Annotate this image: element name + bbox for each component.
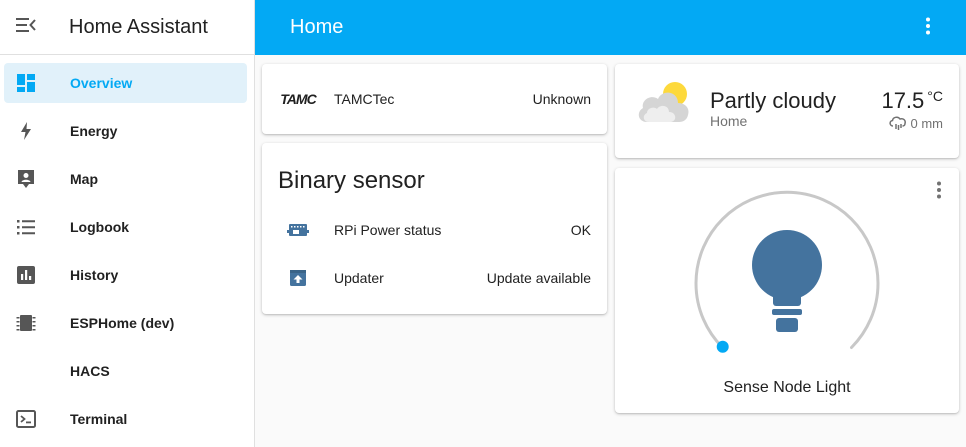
chip-icon [4,313,48,333]
weather-card[interactable]: Partly cloudy Home 17.5 °C 0 mm [615,64,959,158]
brightness-dial[interactable] [615,168,959,413]
dashboard-icon [4,73,48,93]
weather-temperature: 17.5 [881,88,925,113]
package-up-icon [278,268,318,288]
weather-temperature-block: 17.5 °C [881,88,943,114]
sidebar-item-history[interactable]: History [4,255,247,295]
dots-vertical-icon [925,17,931,40]
sidebar-item-label: Map [70,171,98,187]
entity-row[interactable]: TAMC TAMCTec Unknown [278,64,591,134]
binary-sensor-card: Binary sensor RPi Power status OK Update… [262,143,607,314]
light-name: Sense Node Light [723,379,851,396]
sidebar-item-label: Overview [70,75,133,91]
weather-pouring-icon [888,115,908,131]
sidebar-item-label: Energy [70,123,118,139]
sidebar-item-label: HACS [70,363,110,379]
sidebar-title: Home Assistant [69,15,208,38]
sidebar-item-hacs[interactable]: HACS [4,351,247,391]
entity-row-updater[interactable]: Updater Update available [278,254,591,302]
sidebar-list: Overview Energy Map Logbook History ESPH… [0,55,254,439]
list-icon [4,217,48,237]
map-person-icon [4,169,48,189]
entity-row-rpi-power[interactable]: RPi Power status OK [278,206,591,254]
weather-unit: °C [927,88,943,104]
lightning-icon [4,121,48,141]
raspberry-pi-icon [278,221,318,239]
sidebar-item-label: Terminal [70,411,128,427]
sidebar-item-label: History [70,267,119,283]
page-title: Home [290,16,344,38]
entity-name: TAMCTec [334,91,395,107]
sidebar-item-overview[interactable]: Overview [4,63,247,103]
sidebar-item-logbook[interactable]: Logbook [4,207,247,247]
sidebar-item-label: ESPHome (dev) [70,315,175,331]
sidebar-item-label: Logbook [70,219,130,235]
card-title: Binary sensor [278,167,425,194]
console-icon [4,409,48,429]
sidebar-header: Home Assistant [0,0,254,55]
entity-card: TAMC TAMCTec Unknown [262,64,607,134]
chart-box-icon [4,265,48,285]
top-app-bar: Home [255,0,966,55]
sidebar-item-energy[interactable]: Energy [4,111,247,151]
menu-toggle-button[interactable] [0,0,52,55]
menu-collapse-icon [16,17,36,38]
sidebar: Home Assistant Overview Energy Map Logbo… [0,0,255,447]
entity-state: OK [570,222,591,238]
lightbulb-icon[interactable] [752,230,822,332]
tamc-logo-icon: TAMC [280,91,316,107]
sidebar-item-esphome[interactable]: ESPHome (dev) [4,303,247,343]
brightness-handle[interactable] [716,340,729,353]
entity-name: RPi Power status [334,222,442,238]
light-card: Sense Node Light [615,168,959,413]
weather-precipitation: 0 mm [888,115,944,131]
sidebar-item-map[interactable]: Map [4,159,247,199]
entity-state: Update available [486,270,591,286]
weather-condition: Partly cloudy [710,88,836,113]
weather-precip-value: 0 mm [910,115,944,131]
entity-name: Updater [334,270,384,286]
sidebar-item-terminal[interactable]: Terminal [4,399,247,439]
weather-location: Home [710,113,748,129]
partly-cloudy-icon [635,78,693,131]
more-options-button[interactable] [916,16,940,40]
entity-state: Unknown [532,91,591,107]
